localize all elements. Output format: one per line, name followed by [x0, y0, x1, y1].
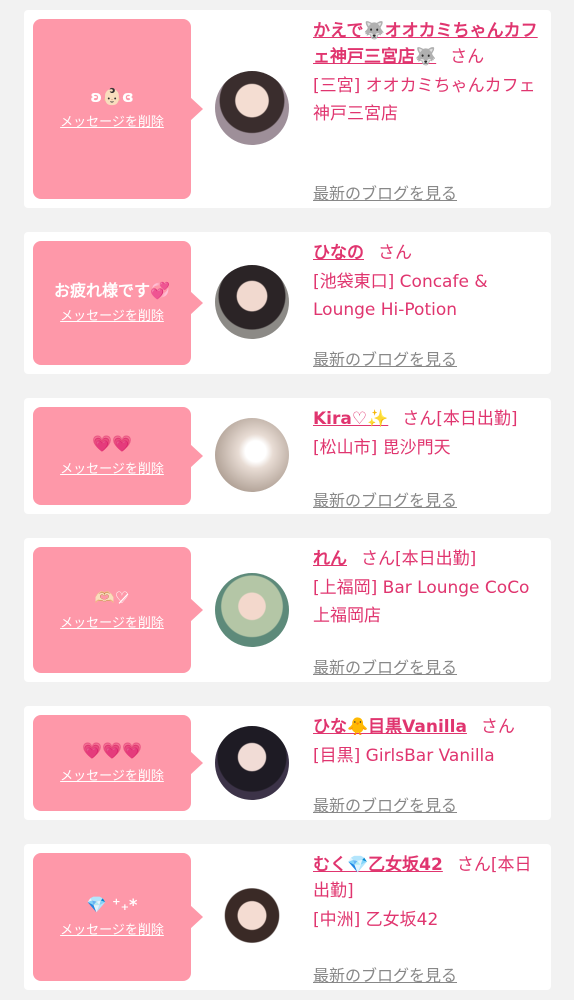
delete-message-link[interactable]: メッセージを削除 — [60, 114, 164, 132]
latest-blog-link[interactable]: 最新のブログを見る — [313, 491, 457, 511]
shop-name: [松山市] 毘沙門天 — [313, 438, 451, 458]
latest-blog-link[interactable]: 最新のブログを見る — [313, 350, 457, 370]
avatar[interactable] — [215, 573, 289, 647]
cast-info: ひなの さん [池袋東口] Concafe & Lounge Hi-Potion … — [313, 240, 545, 369]
shop-name: [上福岡] Bar Lounge CoCo 上福岡店 — [313, 578, 530, 626]
cast-name-line: かえで🐺オオカミちゃんカフェ神戸三宮店🐺 さん — [313, 18, 545, 70]
cast-name-link[interactable]: かえで🐺オオカミちゃんカフェ神戸三宮店🐺 — [313, 21, 538, 67]
delete-message-link[interactable]: メッセージを削除 — [60, 768, 164, 786]
cast-name-line: ひなの さん — [313, 240, 545, 266]
delete-message-link[interactable]: メッセージを削除 — [60, 615, 164, 633]
working-today-tag: [本日出勤] — [436, 409, 518, 429]
message-bubble: 💗💗💗 メッセージを削除 — [33, 715, 203, 811]
cast-name-line: Kira♡✨ さん[本日出勤] — [313, 406, 545, 432]
message-bubble: 💗💗 メッセージを削除 — [33, 407, 203, 505]
latest-blog-link[interactable]: 最新のブログを見る — [313, 966, 457, 986]
honorific: さん — [402, 409, 437, 429]
avatar[interactable] — [215, 418, 289, 492]
cast-name-link[interactable]: ひなの — [313, 243, 364, 263]
avatar[interactable] — [215, 880, 289, 954]
message-card: ʚ👶🏻ɞ メッセージを削除 かえで🐺オオカミちゃんカフェ神戸三宮店🐺 さん [三宮… — [24, 10, 551, 208]
honorific: さん — [480, 717, 515, 737]
shop-name: [目黒] GirlsBar Vanilla — [313, 746, 495, 766]
working-today-tag: [本日出勤] — [395, 549, 477, 569]
message-bubble: ʚ👶🏻ɞ メッセージを削除 — [33, 19, 203, 199]
message-bubble: お疲れ様です💞 メッセージを削除 — [33, 241, 203, 365]
message-bubble: 💎 ⁺₊* メッセージを削除 — [33, 853, 203, 981]
cast-name-line: ひな🐥目黒Vanilla さん — [313, 714, 545, 740]
cast-name-line: れん さん[本日出勤] — [313, 546, 545, 572]
message-card: 🫶🏻♡̷ メッセージを削除 れん さん[本日出勤] [上福岡] Bar Loung… — [24, 538, 551, 682]
cast-info: Kira♡✨ さん[本日出勤] [松山市] 毘沙門天 最新のブログを見る — [313, 406, 545, 510]
cast-name-link[interactable]: れん — [313, 549, 347, 569]
message-card: 💗💗💗 メッセージを削除 ひな🐥目黒Vanilla さん [目黒] GirlsBa… — [24, 706, 551, 820]
message-text: ʚ👶🏻ɞ — [90, 87, 134, 106]
message-text: お疲れ様です💞 — [54, 281, 170, 300]
message-card: 💎 ⁺₊* メッセージを削除 むく💎乙女坂42 さん[本日出勤] [中洲] 乙女坂… — [24, 844, 551, 990]
message-card: 💗💗 メッセージを削除 Kira♡✨ さん[本日出勤] [松山市] 毘沙門天 最新… — [24, 398, 551, 514]
shop-name: [三宮] オオカミちゃんカフェ神戸三宮店 — [313, 76, 536, 124]
shop-name: [池袋東口] Concafe & Lounge Hi-Potion — [313, 272, 488, 320]
latest-blog-link[interactable]: 最新のブログを見る — [313, 658, 457, 678]
delete-message-link[interactable]: メッセージを削除 — [60, 922, 164, 940]
cast-info: かえで🐺オオカミちゃんカフェ神戸三宮店🐺 さん [三宮] オオカミちゃんカフェ神戸… — [313, 18, 545, 203]
avatar[interactable] — [215, 726, 289, 800]
honorific: さん — [456, 855, 491, 875]
message-text: 💎 ⁺₊* — [86, 895, 138, 914]
cast-name-link[interactable]: むく💎乙女坂42 — [313, 855, 443, 875]
message-card: お疲れ様です💞 メッセージを削除 ひなの さん [池袋東口] Concafe & … — [24, 232, 551, 374]
avatar[interactable] — [215, 71, 289, 145]
delete-message-link[interactable]: メッセージを削除 — [60, 461, 164, 479]
cast-name-link[interactable]: Kira♡✨ — [313, 409, 388, 429]
cast-info: れん さん[本日出勤] [上福岡] Bar Lounge CoCo 上福岡店 最新… — [313, 546, 545, 677]
message-text: 💗💗 — [92, 434, 132, 453]
cast-info: むく💎乙女坂42 さん[本日出勤] [中洲] 乙女坂42 最新のブログを見る — [313, 852, 545, 985]
cast-name-line: むく💎乙女坂42 さん[本日出勤] — [313, 852, 545, 904]
cast-name-link[interactable]: ひな🐥目黒Vanilla — [313, 717, 467, 737]
delete-message-link[interactable]: メッセージを削除 — [60, 308, 164, 326]
message-text: 🫶🏻♡̷ — [94, 588, 130, 607]
latest-blog-link[interactable]: 最新のブログを見る — [313, 796, 457, 816]
message-text: 💗💗💗 — [82, 741, 142, 760]
honorific: さん — [450, 47, 485, 67]
message-bubble: 🫶🏻♡̷ メッセージを削除 — [33, 547, 203, 673]
cast-info: ひな🐥目黒Vanilla さん [目黒] GirlsBar Vanilla 最新の… — [313, 714, 545, 815]
honorific: さん — [361, 549, 395, 569]
honorific: さん — [378, 243, 412, 263]
avatar[interactable] — [215, 265, 289, 339]
latest-blog-link[interactable]: 最新のブログを見る — [313, 184, 457, 204]
shop-name: [中洲] 乙女坂42 — [313, 910, 439, 930]
